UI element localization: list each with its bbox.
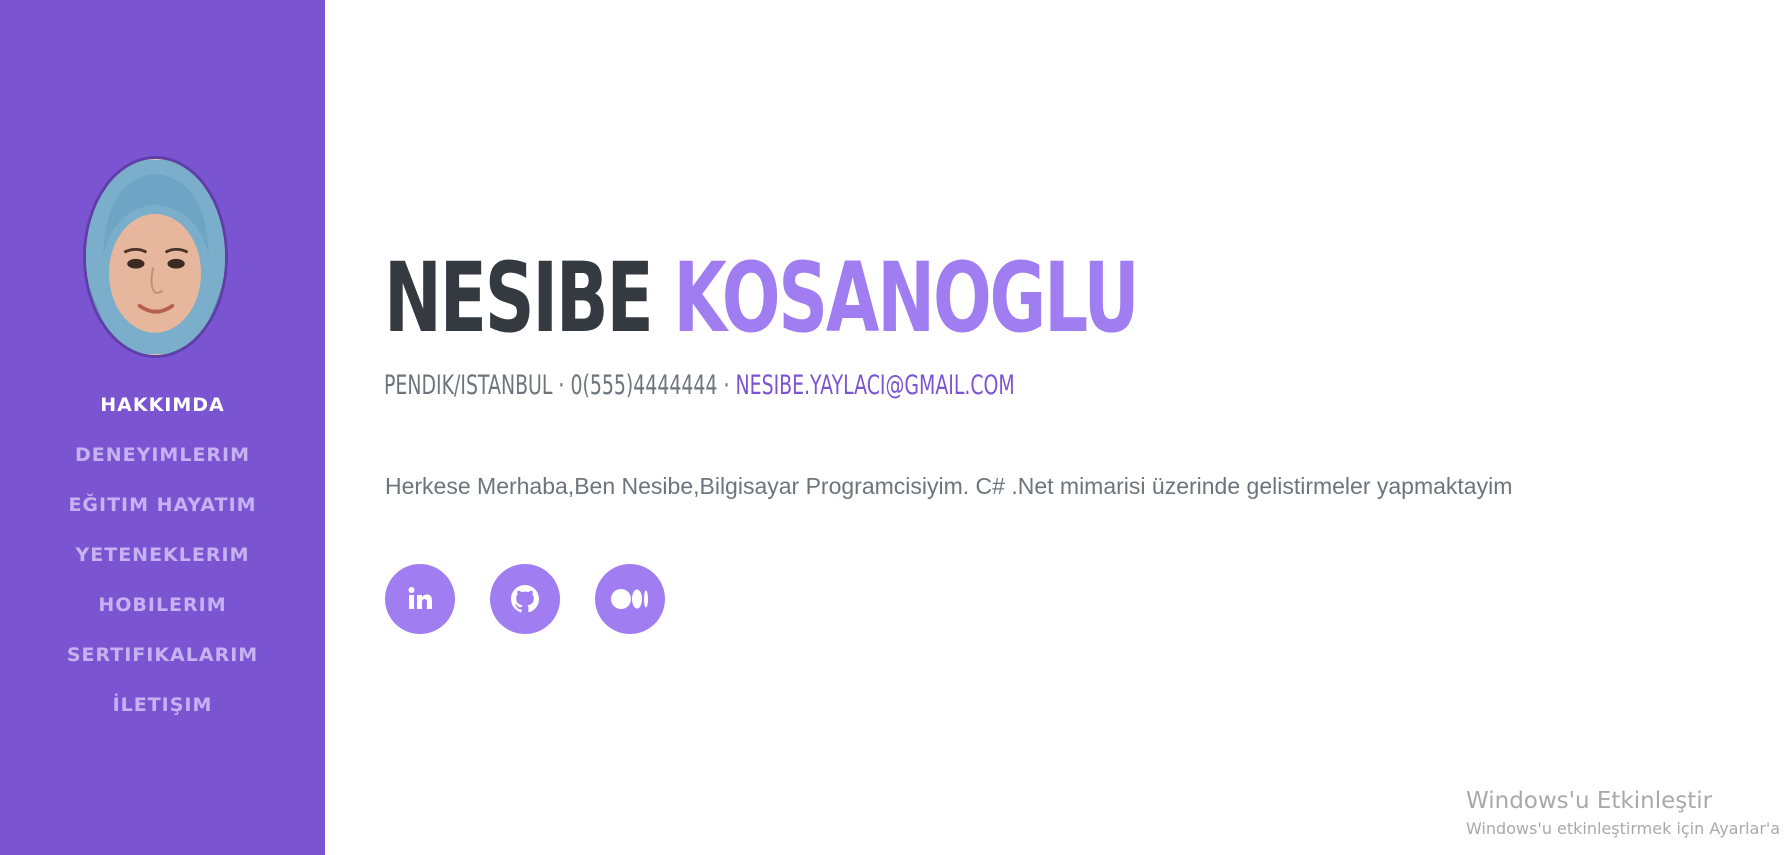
windows-activation-watermark: Windows'u Etkinleştir Windows'u etkinleş… (1466, 786, 1786, 842)
social-icons (385, 564, 665, 634)
email-link[interactable]: NESIBE.YAYLACI@GMAIL.COM (735, 370, 1014, 401)
bio-text: Herkese Merhaba,Ben Nesibe,Bilgisayar Pr… (385, 473, 1513, 499)
nav-menu: HAKKIMDA DENEYIMLERIM EĞITIM HAYATIM YET… (0, 388, 325, 738)
watermark-title: Windows'u Etkinleştir (1466, 788, 1713, 814)
page-title: NESIBE KOSANOGLU (384, 238, 1140, 358)
github-button[interactable] (490, 564, 560, 634)
last-name: KOSANOGLU (673, 242, 1139, 354)
phone: 0(555)4444444 (570, 370, 718, 401)
sidebar: HAKKIMDA DENEYIMLERIM EĞITIM HAYATIM YET… (0, 0, 325, 855)
nav-item-hakkimda[interactable]: HAKKIMDA (0, 388, 325, 438)
nav-item-hobilerim[interactable]: HOBILERIM (0, 588, 325, 638)
separator: · (717, 370, 736, 401)
nav-item-deneyimlerim[interactable]: DENEYIMLERIM (0, 438, 325, 488)
medium-icon (611, 589, 648, 609)
nav-item-yeteneklerim[interactable]: YETENEKLERIM (0, 538, 325, 588)
linkedin-icon (408, 587, 432, 609)
separator: · (552, 370, 571, 401)
nav-item-iletisim[interactable]: İLETIŞIM (0, 688, 325, 738)
avatar[interactable] (83, 156, 228, 358)
contact-line: PENDIK/ISTANBUL · 0(555)4444444 · NESIBE… (384, 368, 1015, 404)
nav-item-egitim-hayatim[interactable]: EĞITIM HAYATIM (0, 488, 325, 538)
medium-button[interactable] (595, 564, 665, 634)
location: PENDIK/ISTANBUL (384, 370, 553, 401)
linkedin-button[interactable] (385, 564, 455, 634)
profile-photo (86, 160, 225, 354)
github-icon (511, 585, 539, 613)
first-name: NESIBE (384, 242, 654, 354)
watermark-subtitle: Windows'u etkinleştirmek için Ayarlar'a … (1466, 819, 1786, 838)
nav-item-sertifikalarim[interactable]: SERTIFIKALARIM (0, 638, 325, 688)
